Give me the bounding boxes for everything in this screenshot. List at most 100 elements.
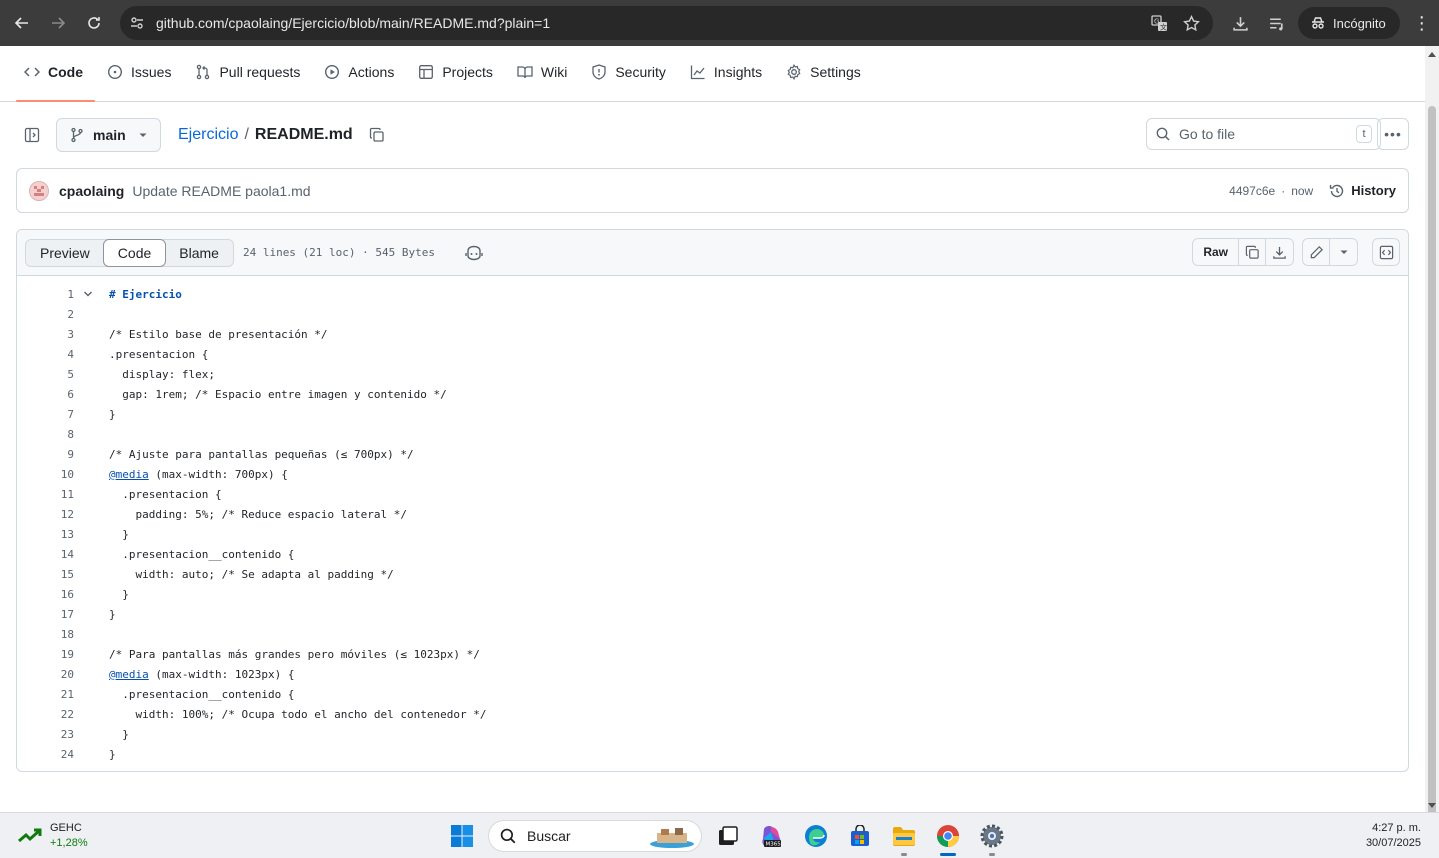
view-preview-button[interactable]: Preview xyxy=(26,240,104,266)
line-number[interactable]: 18 xyxy=(17,628,74,641)
line-number[interactable]: 21 xyxy=(17,688,74,701)
tab-projects[interactable]: Projects xyxy=(410,45,505,101)
settings-app[interactable] xyxy=(970,819,1014,856)
reload-button[interactable] xyxy=(76,5,112,41)
raw-button[interactable]: Raw xyxy=(1193,239,1239,265)
commit-message[interactable]: Update README paola1.md xyxy=(132,183,310,199)
go-to-file-input[interactable]: Go to file t xyxy=(1146,118,1381,150)
more-options-button[interactable]: ••• xyxy=(1377,118,1409,150)
line-number[interactable]: 4 xyxy=(17,348,74,361)
line-number[interactable]: 5 xyxy=(17,368,74,381)
view-code-button[interactable]: Code xyxy=(102,238,167,267)
tab-security[interactable]: Security xyxy=(583,45,678,101)
copilot-icon[interactable] xyxy=(465,245,483,261)
triangle-down-icon xyxy=(139,133,147,137)
keyboard-shortcut-badge: t xyxy=(1356,125,1372,143)
edit-file-button[interactable] xyxy=(1303,239,1330,265)
tab-insights-label: Insights xyxy=(713,64,763,80)
line-number[interactable]: 17 xyxy=(17,608,74,621)
history-button[interactable]: History xyxy=(1329,183,1396,199)
branch-selector[interactable]: main xyxy=(56,118,161,152)
scroll-thumb[interactable] xyxy=(1428,106,1436,836)
commit-sha[interactable]: 4497c6e xyxy=(1229,184,1275,198)
code-line: 12 padding: 5%; /* Reduce espacio latera… xyxy=(17,504,1408,524)
bookmark-star-icon[interactable] xyxy=(1175,14,1207,32)
breadcrumb-file-name: README.md xyxy=(254,126,353,143)
download-icon[interactable] xyxy=(1222,15,1258,32)
mention-token[interactable]: @media xyxy=(109,468,149,481)
address-bar[interactable]: github.com/cpaolaing/Ejercicio/blob/main… xyxy=(120,6,1213,40)
line-number[interactable]: 10 xyxy=(17,468,74,481)
line-number[interactable]: 20 xyxy=(17,668,74,681)
browser-menu-icon[interactable]: ⋮ xyxy=(1404,13,1439,34)
line-number[interactable]: 16 xyxy=(17,588,74,601)
edit-options-dropdown[interactable] xyxy=(1330,239,1357,265)
chevron-down-icon[interactable] xyxy=(83,289,93,299)
avatar[interactable] xyxy=(29,180,49,201)
line-number[interactable]: 15 xyxy=(17,568,74,581)
line-number[interactable]: 24 xyxy=(17,748,74,761)
symbols-panel-button[interactable] xyxy=(1372,238,1400,266)
line-number[interactable]: 3 xyxy=(17,328,74,341)
tab-insights[interactable]: Insights xyxy=(682,45,774,101)
settings-gear-icon xyxy=(980,824,1004,848)
copy-path-button[interactable] xyxy=(361,119,393,151)
site-settings-icon[interactable] xyxy=(120,15,154,31)
url-text[interactable]: github.com/cpaolaing/Ejercicio/blob/main… xyxy=(156,15,1143,31)
tab-code[interactable]: Code xyxy=(16,45,95,102)
line-number[interactable]: 2 xyxy=(17,308,74,321)
line-number[interactable]: 1 xyxy=(17,288,74,301)
line-number[interactable]: 6 xyxy=(17,388,74,401)
translate-icon[interactable]: G文 xyxy=(1143,14,1175,32)
page-scrollbar[interactable] xyxy=(1425,46,1439,836)
line-number[interactable]: 13 xyxy=(17,528,74,541)
forward-button[interactable] xyxy=(40,5,76,41)
file-explorer-app[interactable] xyxy=(882,819,926,856)
chrome-app[interactable] xyxy=(926,819,970,856)
download-raw-button[interactable] xyxy=(1266,239,1293,265)
task-view-icon xyxy=(719,826,738,845)
taskbar-search[interactable]: Buscar xyxy=(488,820,702,852)
back-button[interactable] xyxy=(4,5,40,41)
start-button[interactable] xyxy=(440,819,484,853)
view-blame-button[interactable]: Blame xyxy=(165,240,233,266)
line-content: .presentacion { xyxy=(109,487,222,501)
line-number[interactable]: 11 xyxy=(17,488,74,501)
system-clock[interactable]: 4:27 p. m. 30/07/2025 xyxy=(1366,821,1421,851)
incognito-indicator[interactable]: Incógnito xyxy=(1298,7,1400,39)
line-number[interactable]: 14 xyxy=(17,548,74,561)
line-content: display: flex; xyxy=(109,367,215,381)
scroll-up-arrow[interactable] xyxy=(1428,52,1436,57)
copy-raw-button[interactable] xyxy=(1239,239,1266,265)
repo-nav: Code Issues Pull requests Actions Projec… xyxy=(0,46,1425,102)
code-line: 10 @media (max-width: 700px) { xyxy=(17,464,1408,484)
line-number[interactable]: 22 xyxy=(17,708,74,721)
tab-pull-requests[interactable]: Pull requests xyxy=(187,45,312,101)
scroll-down-arrow[interactable] xyxy=(1428,803,1436,808)
tab-settings[interactable]: Settings xyxy=(778,45,873,101)
line-number[interactable]: 9 xyxy=(17,448,74,461)
raw-copy-download-group: Raw xyxy=(1192,238,1294,266)
commit-author[interactable]: cpaolaing xyxy=(59,183,124,199)
code-line: 23 } xyxy=(17,724,1408,744)
stock-widget[interactable]: GEHC +1,28% xyxy=(18,821,88,851)
tab-issues[interactable]: Issues xyxy=(99,45,183,101)
media-queue-icon[interactable] xyxy=(1258,15,1294,32)
m365-copilot-app[interactable]: M365 xyxy=(750,819,794,853)
toggle-sidebar-button[interactable] xyxy=(16,119,48,151)
line-number[interactable]: 7 xyxy=(17,408,74,421)
line-number[interactable]: 23 xyxy=(17,728,74,741)
tab-actions[interactable]: Actions xyxy=(316,45,406,101)
pencil-icon xyxy=(1310,245,1323,258)
microsoft-store-app[interactable] xyxy=(838,819,882,853)
line-number[interactable]: 19 xyxy=(17,648,74,661)
breadcrumb-repo-link[interactable]: Ejercicio xyxy=(178,126,238,144)
line-number[interactable]: 8 xyxy=(17,428,74,441)
task-view-app[interactable] xyxy=(706,819,750,853)
windows-logo-icon xyxy=(451,825,473,847)
tab-wiki[interactable]: Wiki xyxy=(509,45,579,101)
clock-date: 30/07/2025 xyxy=(1365,837,1421,849)
line-number[interactable]: 12 xyxy=(17,508,74,521)
edge-app[interactable] xyxy=(794,819,838,853)
mention-token[interactable]: @media xyxy=(109,668,149,681)
